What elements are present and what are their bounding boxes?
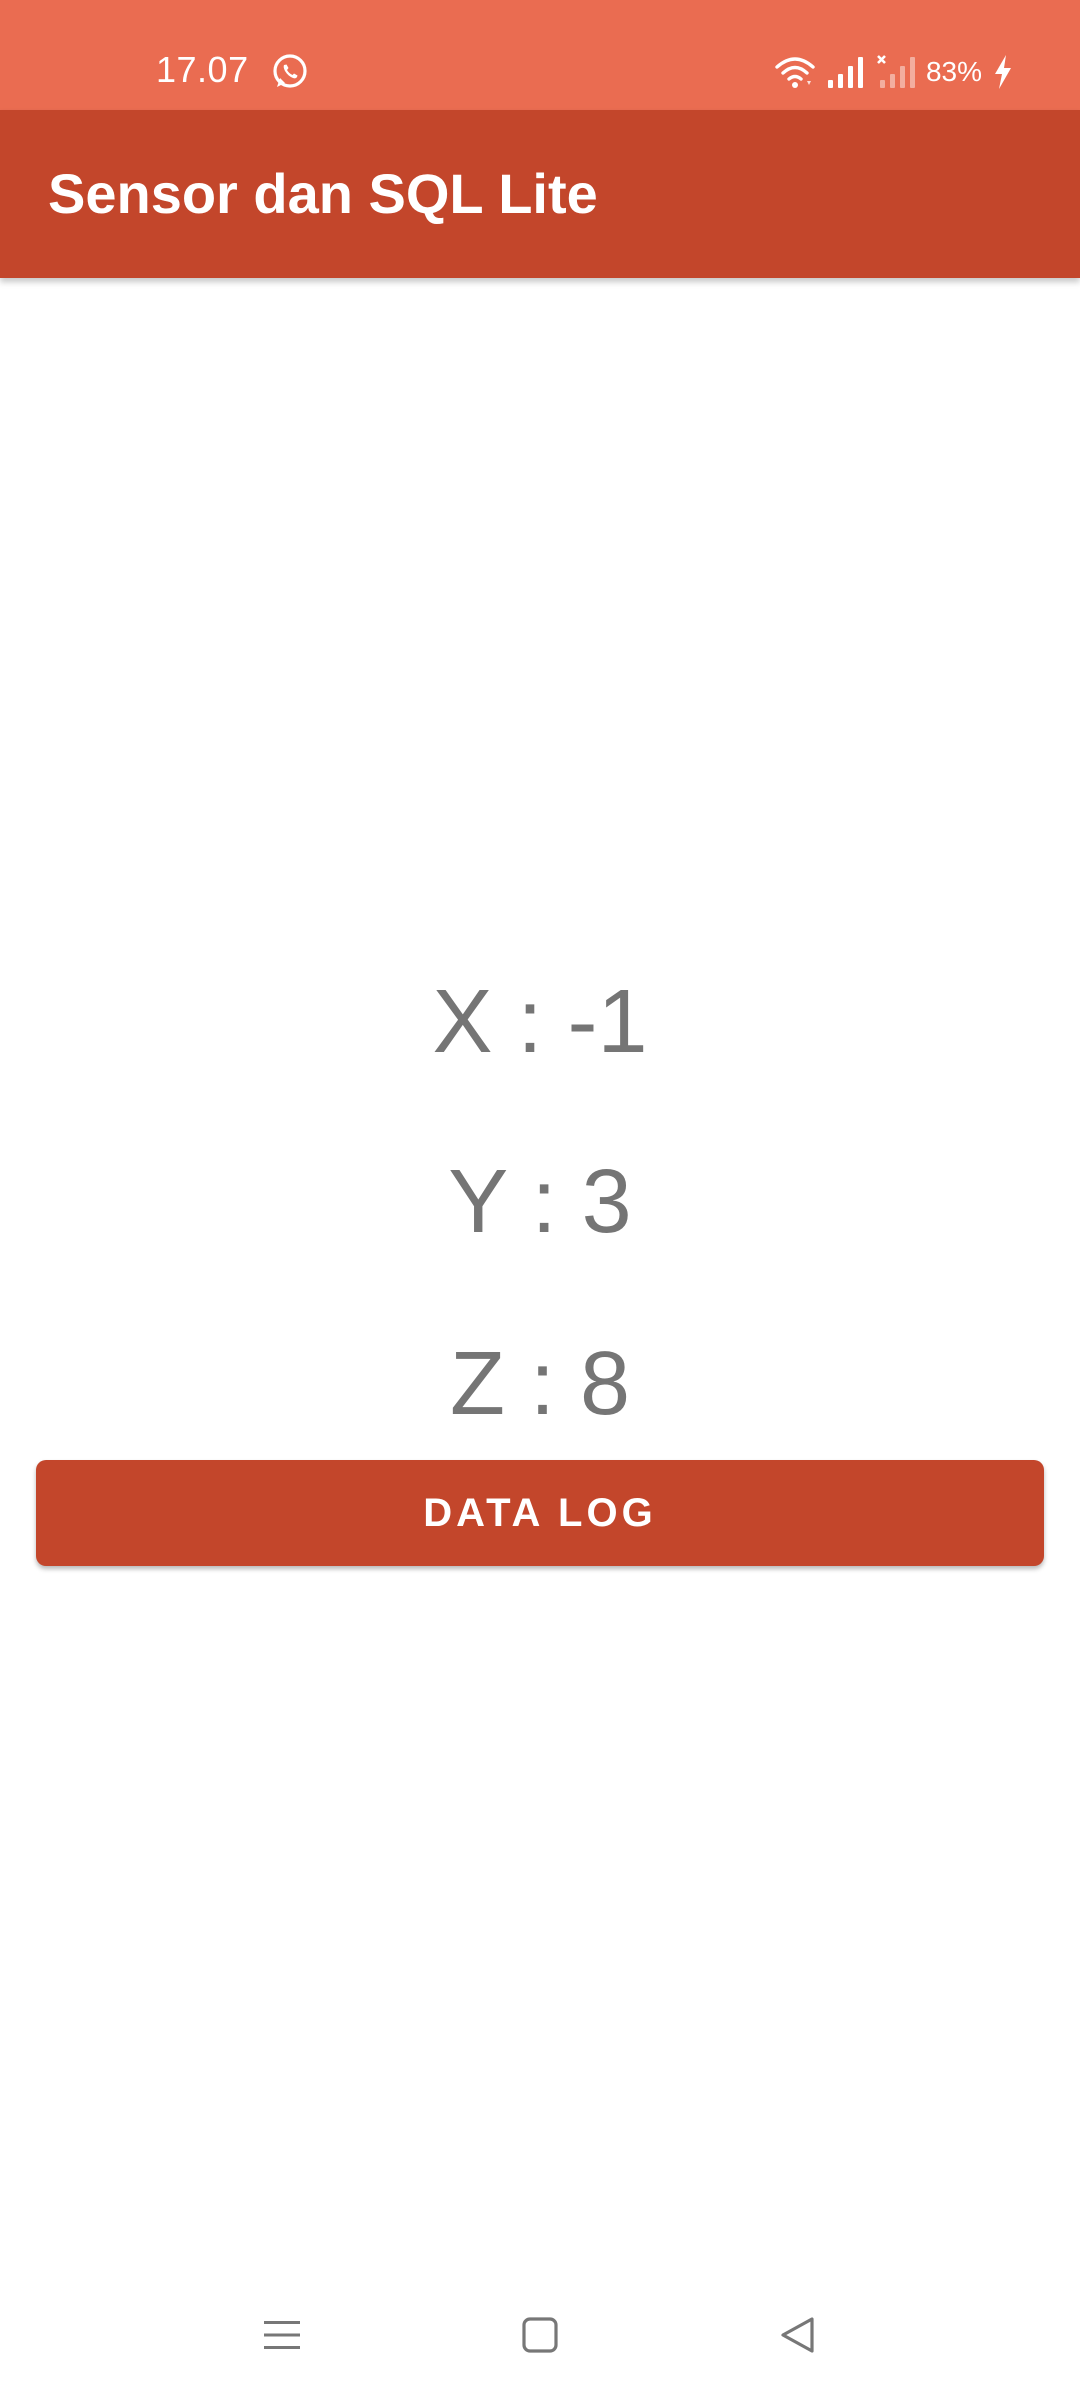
sensor-x-value: X : -1: [432, 972, 648, 1072]
status-icons: 83%: [774, 50, 1014, 94]
sensor-y-value: Y : 3: [448, 1152, 632, 1252]
status-bar: 17.07 83%: [0, 0, 1080, 110]
charging-icon: [992, 54, 1014, 90]
battery-percent: 83%: [925, 56, 982, 87]
whatsapp-icon: [270, 52, 310, 92]
data-log-button[interactable]: DATA LOG: [36, 1460, 1044, 1566]
status-time: 17.07: [156, 49, 249, 90]
menu-icon[interactable]: [217, 2270, 347, 2400]
app-screen: 17.07 83% Sensor dan SQL Lite X: -1 Y:…: [0, 0, 1080, 2400]
wifi-icon: [774, 54, 816, 90]
no-signal-icon: [876, 54, 916, 90]
navigation-bar: [0, 2270, 1080, 2400]
sensor-z-value: Z : 8: [449, 1334, 631, 1434]
page-title: Sensor dan SQL Lite: [48, 162, 598, 225]
back-icon[interactable]: [733, 2270, 863, 2400]
app-bar: Sensor dan SQL Lite: [0, 110, 1080, 278]
home-icon[interactable]: [475, 2270, 605, 2400]
signal-icon: [826, 54, 866, 90]
